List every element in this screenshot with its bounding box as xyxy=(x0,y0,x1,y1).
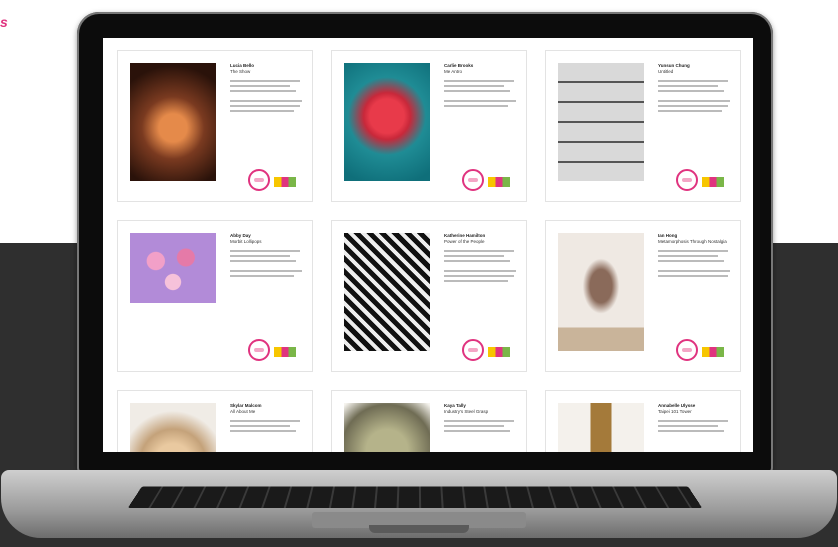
artwork-card[interactable]: Kaya Tally Industry's Steel Grasp xyxy=(331,390,527,452)
corner-text: s xyxy=(0,14,8,30)
card-meta: Yunsun Chung Untitled xyxy=(658,63,736,112)
card-meta: Katherine Hamilton Power of the People xyxy=(444,233,522,282)
artwork-title: Taipei 101 Tower xyxy=(658,409,692,414)
artwork-title: Industry's Steel Grasp xyxy=(444,409,489,414)
artwork-card[interactable]: Yunsun Chung Untitled xyxy=(545,50,741,202)
artwork-card[interactable]: Lucia Bello The Show xyxy=(117,50,313,202)
sponsor-logo-icon xyxy=(702,177,724,187)
award-badge-icon xyxy=(462,169,484,191)
card-meta: Lucia Bello The Show xyxy=(230,63,308,112)
artwork-title: Morbit Lollipops xyxy=(230,239,262,244)
award-badge-icon xyxy=(248,339,270,361)
sponsor-logo-icon xyxy=(702,347,724,357)
sponsor-logo-icon xyxy=(274,347,296,357)
artwork-card[interactable]: Ian Hong Metamorphosis Through Nostalgia xyxy=(545,220,741,372)
artwork-image xyxy=(558,233,644,351)
card-meta: Skylar Malcom All About Me xyxy=(230,403,308,432)
artwork-image xyxy=(344,233,430,351)
artwork-image xyxy=(344,63,430,181)
award-badge-icon xyxy=(248,169,270,191)
artist-name: Kaya Tally xyxy=(444,403,466,408)
card-meta: Annabelle Ulysse Taipei 101 Tower xyxy=(658,403,736,432)
artwork-card[interactable]: Annabelle Ulysse Taipei 101 Tower xyxy=(545,390,741,452)
award-badge-icon xyxy=(676,169,698,191)
artist-name: Yunsun Chung xyxy=(658,63,690,68)
artwork-title: The Show xyxy=(230,69,251,74)
artist-name: Lucia Bello xyxy=(230,63,255,68)
artist-name: Katherine Hamilton xyxy=(444,233,486,238)
artwork-title: Metamorphosis Through Nostalgia xyxy=(658,239,727,244)
card-meta: Ian Hong Metamorphosis Through Nostalgia xyxy=(658,233,736,277)
sponsor-logo-icon xyxy=(488,347,510,357)
artwork-card[interactable]: Abby Day Morbit Lollipops xyxy=(117,220,313,372)
award-badge-icon xyxy=(462,339,484,361)
artwork-title: Power of the People xyxy=(444,239,485,244)
laptop-notch xyxy=(369,525,469,533)
artwork-image xyxy=(130,403,216,452)
artist-name: Carlie Brooks xyxy=(444,63,474,68)
artwork-card[interactable]: Carlie Brooks Me Antro xyxy=(331,50,527,202)
card-meta: Carlie Brooks Me Antro xyxy=(444,63,522,107)
laptop-keyboard xyxy=(127,486,703,508)
sponsor-logo-icon xyxy=(488,177,510,187)
card-meta: Kaya Tally Industry's Steel Grasp xyxy=(444,403,522,432)
artist-name: Annabelle Ulysse xyxy=(658,403,696,408)
laptop-screen: Lucia Bello The Show Carlie Brooks Me An… xyxy=(103,38,753,452)
artwork-image xyxy=(344,403,430,452)
artwork-card[interactable]: Skylar Malcom All About Me xyxy=(117,390,313,452)
artwork-card[interactable]: Katherine Hamilton Power of the People xyxy=(331,220,527,372)
artwork-title: Untitled xyxy=(658,69,674,74)
artwork-image xyxy=(130,233,216,303)
artwork-image xyxy=(558,403,644,452)
artist-name: Skylar Malcom xyxy=(230,403,262,408)
artwork-title: All About Me xyxy=(230,409,256,414)
card-meta: Abby Day Morbit Lollipops xyxy=(230,233,308,277)
artwork-image xyxy=(558,63,644,181)
artist-name: Ian Hong xyxy=(658,233,678,238)
artwork-title: Me Antro xyxy=(444,69,463,74)
artwork-image xyxy=(130,63,216,181)
sponsor-logo-icon xyxy=(274,177,296,187)
artist-name: Abby Day xyxy=(230,233,251,238)
award-badge-icon xyxy=(676,339,698,361)
